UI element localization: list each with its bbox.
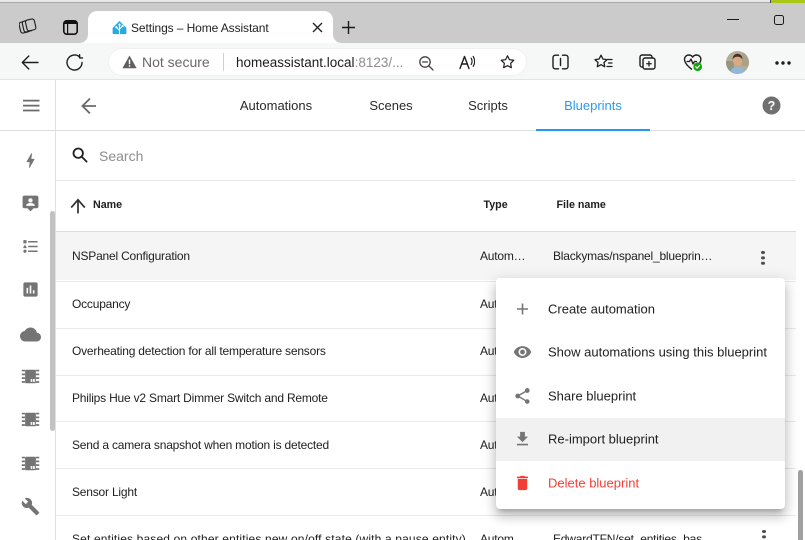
svg-text:?: ?	[768, 99, 776, 113]
